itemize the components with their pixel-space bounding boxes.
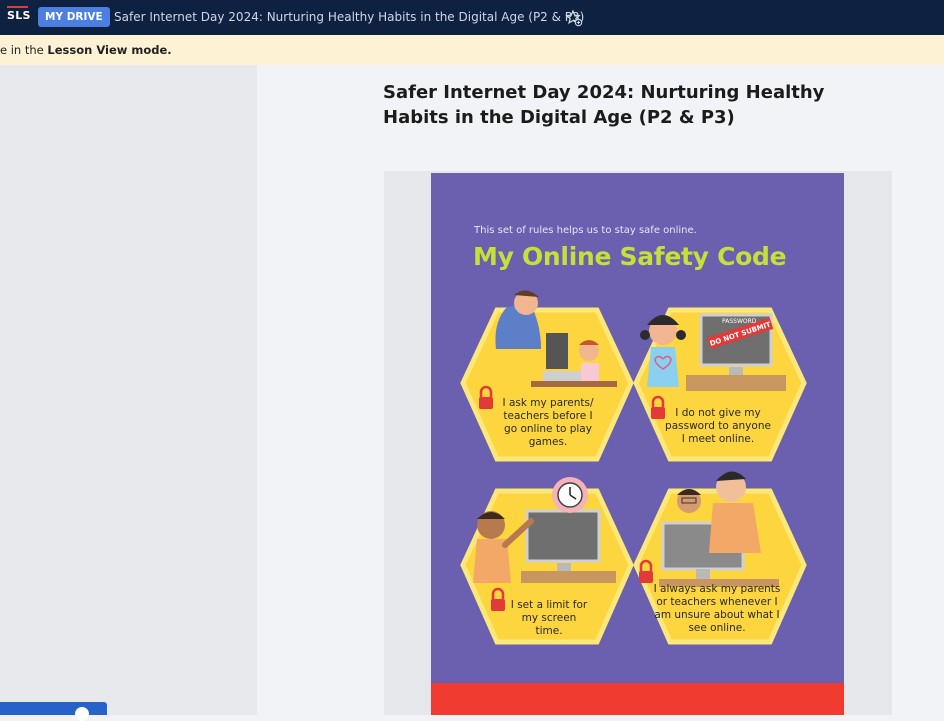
rule-3-text: I set a limit for my screen time. bbox=[510, 599, 588, 637]
notice-text: e in the Lesson View mode. bbox=[0, 35, 172, 65]
logo-text: SLS bbox=[7, 9, 31, 22]
sls-logo[interactable]: SLS bbox=[7, 6, 31, 22]
top-bar: SLS MY DRIVE Safer Internet Day 2024: Nu… bbox=[0, 0, 944, 35]
star-add-icon[interactable] bbox=[565, 9, 583, 27]
page-title: Safer Internet Day 2024: Nurturing Healt… bbox=[383, 82, 825, 128]
password-label: PASSWORD bbox=[722, 318, 757, 325]
monitor-icon bbox=[546, 333, 568, 369]
safety-code-poster: This set of rules helps us to stay safe … bbox=[431, 173, 844, 715]
monitor-icon bbox=[525, 509, 601, 563]
rule-2-text: I do not give my password to anyone I me… bbox=[665, 407, 771, 445]
lesson-title: Safer Internet Day 2024: Nurturing Healt… bbox=[114, 10, 585, 24]
keyboard-icon bbox=[543, 371, 585, 381]
left-panel bbox=[0, 65, 257, 715]
poster-bottom-band bbox=[431, 683, 844, 715]
notice-prefix: e in the bbox=[0, 43, 48, 57]
notice-bold: Lesson View mode. bbox=[47, 43, 172, 57]
toggle-knob[interactable] bbox=[75, 707, 89, 721]
lesson-view-notice: e in the Lesson View mode. bbox=[0, 35, 944, 65]
rule-1-text: I ask my parents/ teachers before I go o… bbox=[502, 397, 594, 448]
bottom-toggle-widget[interactable] bbox=[0, 702, 107, 721]
my-drive-badge[interactable]: MY DRIVE bbox=[38, 7, 110, 27]
rule-4-text: I always ask my parents or teachers when… bbox=[653, 583, 781, 634]
